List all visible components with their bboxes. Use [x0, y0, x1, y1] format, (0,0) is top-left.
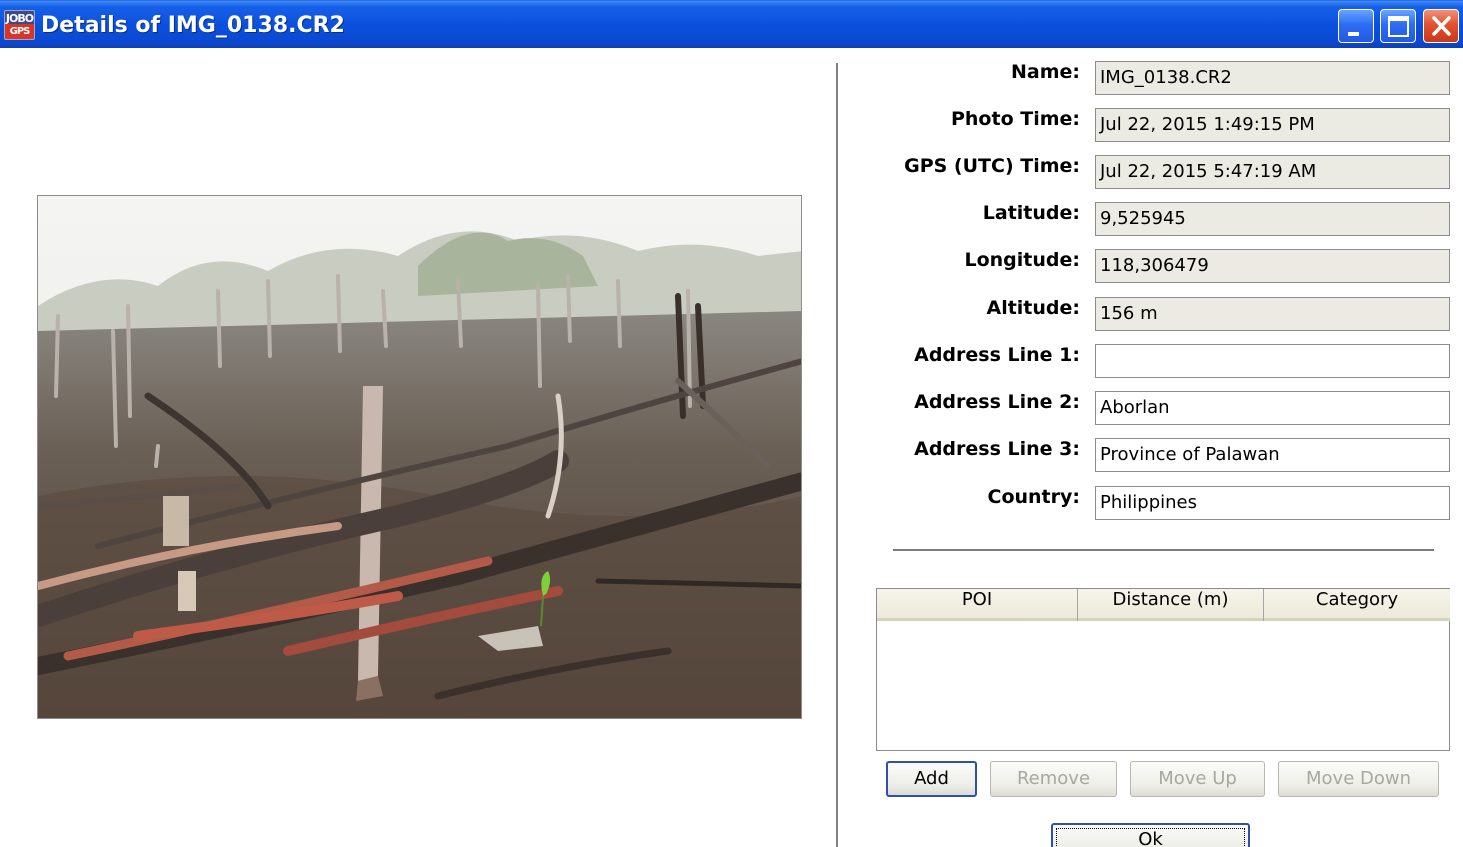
title-bar[interactable]: JOBO GPS Details of IMG_0138.CR2: [0, 0, 1463, 48]
country-label: Country:: [987, 486, 1081, 508]
address-line-3-label: Address Line 3:: [914, 438, 1080, 460]
altitude-field[interactable]: 156 m: [1095, 297, 1450, 331]
app-icon-bottom-text: GPS: [5, 24, 34, 39]
minimize-icon: [1348, 32, 1359, 36]
maximize-button[interactable]: [1380, 9, 1416, 43]
country-input[interactable]: Philippines: [1095, 486, 1450, 520]
column-header-distance[interactable]: Distance (m): [1078, 589, 1264, 621]
focus-ring: [1056, 828, 1245, 847]
name-label: Name:: [1010, 61, 1080, 83]
close-icon: [1432, 16, 1451, 36]
window-title: Details of IMG_0138.CR2: [41, 13, 345, 38]
vertical-divider: [836, 63, 838, 847]
address-line-2-label: Address Line 2:: [914, 391, 1080, 413]
gps-time-label: GPS (UTC) Time:: [904, 155, 1080, 177]
ok-button[interactable]: Ok: [1051, 823, 1250, 847]
longitude-label: Longitude:: [964, 249, 1081, 271]
poi-table-body[interactable]: [877, 622, 1449, 750]
latitude-field[interactable]: 9,525945: [1095, 202, 1450, 236]
poi-table[interactable]: POI Distance (m) Category: [876, 588, 1450, 751]
minimize-button[interactable]: [1338, 9, 1374, 43]
app-icon[interactable]: JOBO GPS: [4, 10, 35, 40]
address-line-1-label: Address Line 1:: [914, 344, 1080, 366]
name-field[interactable]: IMG_0138.CR2: [1095, 61, 1450, 95]
close-button[interactable]: [1423, 9, 1459, 43]
move-up-button[interactable]: Move Up: [1130, 761, 1265, 797]
address-line-3-input[interactable]: Province of Palawan: [1095, 438, 1450, 472]
photo-time-label: Photo Time:: [950, 108, 1080, 130]
address-line-2-input[interactable]: Aborlan: [1095, 391, 1450, 425]
photo-preview: [37, 195, 802, 719]
longitude-field[interactable]: 118,306479: [1095, 249, 1450, 283]
remove-button[interactable]: Remove: [990, 761, 1117, 797]
maximize-icon: [1388, 16, 1409, 37]
horizontal-separator: [893, 549, 1434, 551]
add-button[interactable]: Add: [886, 761, 977, 797]
move-down-button[interactable]: Move Down: [1278, 761, 1439, 797]
poi-table-header: POI Distance (m) Category: [877, 589, 1450, 621]
photo-preview-image: [38, 196, 801, 718]
address-line-1-input[interactable]: [1095, 344, 1450, 378]
column-header-poi[interactable]: POI: [877, 589, 1078, 621]
latitude-label: Latitude:: [982, 202, 1080, 224]
column-header-category[interactable]: Category: [1264, 589, 1450, 621]
photo-time-field[interactable]: Jul 22, 2015 1:49:15 PM: [1095, 108, 1450, 142]
gps-time-field[interactable]: Jul 22, 2015 5:47:19 AM: [1095, 155, 1450, 189]
altitude-label: Altitude:: [986, 297, 1080, 319]
